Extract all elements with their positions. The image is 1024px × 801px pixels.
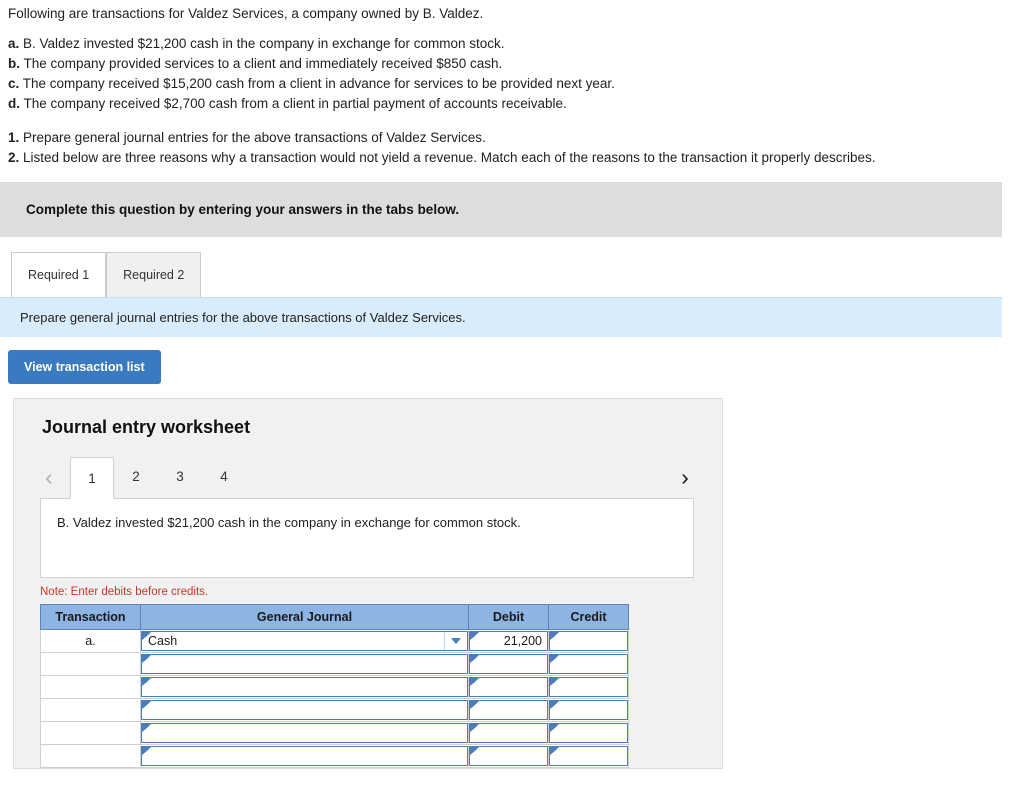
- table-row: [40, 652, 629, 676]
- debit-input[interactable]: 21,200: [469, 631, 548, 651]
- cell-transaction: [40, 698, 141, 722]
- journal-entry-table: Transaction General Journal Debit Credit…: [40, 604, 629, 768]
- chevron-left-icon[interactable]: ‹: [28, 456, 70, 498]
- transaction-letter: d.: [8, 96, 20, 111]
- cell-general-journal[interactable]: [140, 744, 469, 768]
- account-select[interactable]: Cash: [141, 631, 468, 651]
- transaction-letter: b.: [8, 56, 20, 71]
- cell-general-journal[interactable]: [140, 675, 469, 699]
- table-row: [40, 744, 629, 768]
- cell-debit[interactable]: [468, 744, 549, 768]
- debit-input[interactable]: [469, 654, 548, 674]
- problem-statement: Following are transactions for Valdez Se…: [0, 0, 1024, 168]
- account-select[interactable]: [141, 723, 468, 743]
- cell-transaction: [40, 652, 141, 676]
- credit-input[interactable]: [549, 746, 628, 766]
- tab-instruction-bar: Prepare general journal entries for the …: [0, 297, 1002, 337]
- cell-credit[interactable]: [548, 652, 629, 676]
- table-row: a. Cash 21,200: [40, 629, 629, 653]
- debit-input[interactable]: [469, 746, 548, 766]
- cell-credit[interactable]: [548, 744, 629, 768]
- debit-input[interactable]: [469, 700, 548, 720]
- cell-credit[interactable]: [548, 675, 629, 699]
- cell-debit[interactable]: 21,200: [468, 629, 549, 653]
- table-row: [40, 675, 629, 699]
- cell-credit[interactable]: [548, 721, 629, 745]
- debit-input[interactable]: [469, 723, 548, 743]
- transaction-letter: a.: [8, 36, 20, 51]
- requirements-list: 1. Prepare general journal entries for t…: [8, 128, 1016, 168]
- transaction-item: a. B. Valdez invested $21,200 cash in th…: [8, 34, 1016, 54]
- transaction-list: a. B. Valdez invested $21,200 cash in th…: [8, 34, 1016, 114]
- requirement-text: Listed below are three reasons why a tra…: [23, 150, 876, 165]
- transaction-item: b. The company provided services to a cl…: [8, 54, 1016, 74]
- cell-debit[interactable]: [468, 721, 549, 745]
- complete-question-banner: Complete this question by entering your …: [0, 182, 1002, 237]
- transaction-letter: c.: [8, 76, 20, 91]
- cell-transaction: a.: [40, 629, 141, 653]
- account-select[interactable]: [141, 654, 468, 674]
- credit-input[interactable]: [549, 677, 628, 697]
- worksheet-note: Note: Enter debits before credits.: [40, 586, 209, 598]
- debit-value: 21,200: [503, 634, 542, 648]
- required-tabstrip: Required 1 Required 2: [0, 250, 1024, 297]
- worksheet-description: B. Valdez invested $21,200 cash in the c…: [40, 498, 694, 578]
- tab-required-1[interactable]: Required 1: [11, 252, 107, 297]
- transaction-text: The company received $2,700 cash from a …: [23, 96, 567, 111]
- credit-input[interactable]: [549, 700, 628, 720]
- transaction-text: The company provided services to a clien…: [23, 56, 503, 71]
- account-select[interactable]: [141, 700, 468, 720]
- requirement-number: 1.: [8, 130, 20, 145]
- transaction-item: c. The company received $15,200 cash fro…: [8, 74, 1016, 94]
- requirement-item: 2. Listed below are three reasons why a …: [8, 148, 1016, 168]
- cell-debit[interactable]: [468, 675, 549, 699]
- account-select-value: Cash: [148, 634, 178, 648]
- worksheet-title: Journal entry worksheet: [42, 417, 251, 437]
- cell-general-journal[interactable]: Cash: [140, 629, 469, 653]
- credit-input[interactable]: [549, 654, 628, 674]
- column-header-general-journal: General Journal: [140, 604, 469, 630]
- transaction-text: The company received $15,200 cash from a…: [22, 76, 615, 91]
- cell-credit[interactable]: [548, 629, 629, 653]
- worksheet-page-1[interactable]: 1: [70, 457, 114, 499]
- cell-transaction: [40, 675, 141, 699]
- column-header-transaction: Transaction: [40, 604, 141, 630]
- cell-transaction: [40, 744, 141, 768]
- button-row: View transaction list: [0, 337, 1024, 384]
- transaction-item: d. The company received $2,700 cash from…: [8, 94, 1016, 114]
- journal-table-wrapper: Transaction General Journal Debit Credit…: [14, 604, 722, 768]
- account-select[interactable]: [141, 746, 468, 766]
- transaction-text: B. Valdez invested $21,200 cash in the c…: [23, 36, 505, 51]
- table-header-row: Transaction General Journal Debit Credit: [40, 604, 629, 630]
- view-transaction-list-button[interactable]: View transaction list: [8, 350, 161, 384]
- requirement-number: 2.: [8, 150, 20, 165]
- tab-required-2[interactable]: Required 2: [106, 252, 202, 297]
- requirement-text: Prepare general journal entries for the …: [23, 130, 486, 145]
- cell-general-journal[interactable]: [140, 652, 469, 676]
- cell-debit[interactable]: [468, 652, 549, 676]
- cell-credit[interactable]: [548, 698, 629, 722]
- cell-debit[interactable]: [468, 698, 549, 722]
- credit-input[interactable]: [549, 723, 628, 743]
- intro-lead: Following are transactions for Valdez Se…: [8, 6, 484, 21]
- table-row: [40, 721, 629, 745]
- chevron-right-icon[interactable]: ›: [664, 456, 706, 498]
- worksheet-pager: ‹ 1 2 3 4 ›: [14, 456, 722, 499]
- worksheet-page-2[interactable]: 2: [114, 456, 158, 498]
- credit-input[interactable]: [549, 631, 628, 651]
- account-select[interactable]: [141, 677, 468, 697]
- chevron-down-icon[interactable]: [444, 632, 467, 650]
- worksheet-page-3[interactable]: 3: [158, 456, 202, 498]
- cell-transaction: [40, 721, 141, 745]
- table-row: [40, 698, 629, 722]
- column-header-debit: Debit: [468, 604, 549, 630]
- column-header-credit: Credit: [548, 604, 629, 630]
- requirement-item: 1. Prepare general journal entries for t…: [8, 128, 1016, 148]
- cell-general-journal[interactable]: [140, 698, 469, 722]
- worksheet-page-4[interactable]: 4: [202, 456, 246, 498]
- debit-input[interactable]: [469, 677, 548, 697]
- journal-entry-worksheet-panel: Journal entry worksheet ‹ 1 2 3 4 › B. V…: [13, 398, 723, 769]
- cell-general-journal[interactable]: [140, 721, 469, 745]
